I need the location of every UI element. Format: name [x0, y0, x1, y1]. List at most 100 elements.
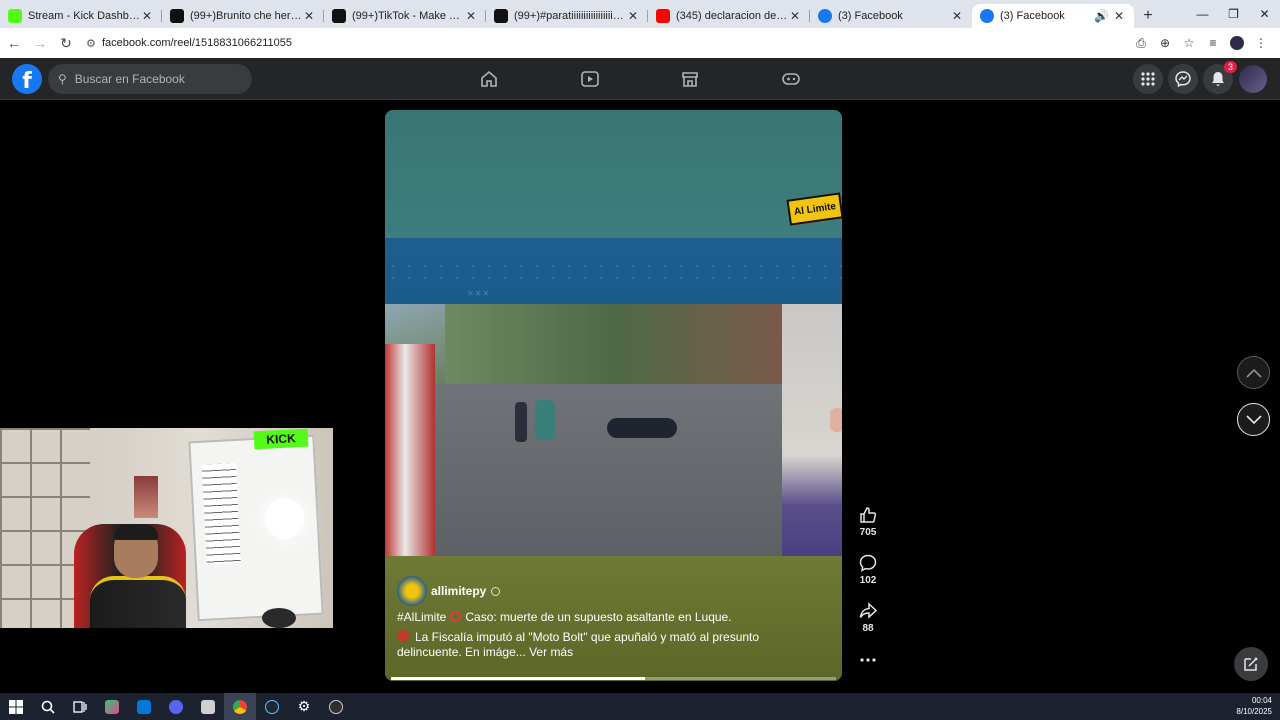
omnibox-actions: ⎙ ⊕ ☆ ≡ ⋮ — [1130, 31, 1272, 55]
video-progress-bar[interactable] — [391, 677, 836, 680]
menu-grid-icon[interactable] — [1133, 64, 1163, 94]
caption-hashtag[interactable]: #AlLimite — [397, 610, 446, 624]
red-circle-icon — [450, 611, 462, 622]
more-icon — [856, 650, 880, 670]
share-count: 88 — [862, 623, 874, 634]
tab-title: Stream - Kick Dashboard — [28, 10, 140, 22]
like-button[interactable]: 705 — [856, 505, 880, 538]
clock-time: 00:04 — [1251, 696, 1272, 705]
more-options-button[interactable] — [856, 650, 880, 670]
like-count: 705 — [859, 527, 877, 538]
close-icon[interactable]: ✕ — [140, 9, 154, 23]
reel-author[interactable]: allimitepy — [397, 576, 501, 606]
menu-icon[interactable]: ⋮ — [1250, 31, 1272, 55]
author-name[interactable]: allimitepy — [431, 584, 486, 598]
task-view-icon[interactable] — [64, 693, 96, 720]
search-input[interactable]: ⚲ Buscar en Facebook — [48, 64, 252, 94]
site-info-icon[interactable]: ⚙ — [86, 37, 102, 50]
browser-tab-strip: Stream - Kick Dashboard ✕ (99+)Brunito c… — [0, 0, 1280, 28]
outlook-icon[interactable] — [128, 693, 160, 720]
comment-button[interactable]: 102 — [856, 553, 880, 586]
facebook-icon — [818, 9, 832, 23]
store-app-icon[interactable] — [96, 693, 128, 720]
restore-icon[interactable]: ❐ — [1218, 0, 1249, 28]
new-tab-button[interactable]: + — [1134, 4, 1162, 28]
speaker-icon[interactable]: 🔊 — [1094, 9, 1109, 23]
settings-icon[interactable]: ⚙ — [288, 693, 320, 720]
caption-text-2: La Fiscalía imputó al "Moto Bolt" que ap… — [397, 630, 760, 659]
address-bar-row: ← → ↻ ⚙ facebook.com/reel/15188310662110… — [0, 28, 1280, 58]
bookmark-star-icon[interactable]: ☆ — [1178, 31, 1200, 55]
tab-title: (3) Facebook — [1000, 10, 1065, 22]
caption-line-2: La Fiscalía imputó al "Moto Bolt" que ap… — [397, 630, 827, 660]
tab-tiktok-3[interactable]: (99+)#paratiiiiiiiiiiiiiiiiiiii # ✕ — [486, 4, 648, 28]
tiktok-icon — [170, 9, 184, 23]
tab-title: (345) declaracion de motobolt — [676, 10, 788, 22]
author-avatar[interactable] — [397, 576, 427, 606]
discord-icon[interactable] — [160, 693, 192, 720]
tab-facebook-active[interactable]: (3) Facebook 🔊 ✕ — [972, 4, 1134, 28]
notification-badge: 3 — [1223, 61, 1237, 73]
thumbs-up-icon — [856, 505, 880, 525]
marketplace-icon[interactable] — [676, 66, 704, 92]
tab-tiktok-2[interactable]: (99+)TikTok - Make Your Day ✕ — [324, 4, 486, 28]
decorative-marks: ✕✕✕ — [467, 289, 491, 298]
tab-tiktok-1[interactable]: (99+)Brunito che hermanito ipc ✕ — [162, 4, 324, 28]
tab-kick-dashboard[interactable]: Stream - Kick Dashboard ✕ — [0, 4, 162, 28]
system-clock[interactable]: 00:04 8/10/2025 — [1236, 695, 1272, 717]
caption-text-1: Caso: muerte de un supuesto asaltante en… — [465, 610, 732, 624]
close-icon[interactable]: ✕ — [788, 9, 802, 23]
search-icon[interactable] — [32, 693, 64, 720]
search-icon: ⚲ — [58, 72, 67, 86]
profile-avatar[interactable] — [1226, 31, 1248, 55]
start-icon[interactable] — [0, 693, 32, 720]
forward-icon[interactable]: → — [28, 31, 52, 55]
reel-video[interactable]: ✕✕✕ Al Limite allimitepy #AlLimite Caso: … — [385, 110, 842, 681]
close-icon[interactable]: ✕ — [1112, 9, 1126, 23]
chevron-up-icon — [1245, 368, 1262, 378]
chevron-down-icon — [1245, 414, 1262, 424]
url-field[interactable]: ⚙ facebook.com/reel/1518831066211055 — [86, 31, 1126, 55]
close-icon[interactable]: ✕ — [626, 9, 640, 23]
webcam-overlay: KICK — [0, 428, 333, 628]
back-icon[interactable]: ← — [2, 31, 26, 55]
minimize-icon[interactable]: — — [1187, 0, 1218, 28]
logo-letter: f — [22, 69, 32, 94]
url-text: facebook.com/reel/1518831066211055 — [102, 37, 293, 49]
tab-title: (3) Facebook — [838, 10, 903, 22]
tab-youtube[interactable]: (345) declaracion de motobolt ✕ — [648, 4, 810, 28]
reading-list-icon[interactable]: ≡ — [1202, 31, 1224, 55]
facebook-logo[interactable]: f — [12, 64, 42, 94]
steam-icon[interactable] — [256, 693, 288, 720]
wall-poster — [134, 476, 158, 518]
account-avatar[interactable] — [1239, 65, 1267, 93]
gaming-icon[interactable] — [777, 66, 805, 92]
video-scene — [385, 304, 782, 556]
close-icon[interactable]: ✕ — [950, 9, 964, 23]
share-button[interactable]: 88 — [856, 601, 880, 634]
obs-icon[interactable] — [320, 693, 352, 720]
app-icon[interactable] — [192, 693, 224, 720]
youtube-icon — [656, 9, 670, 23]
next-reel-button[interactable] — [1237, 403, 1270, 436]
home-icon[interactable] — [475, 66, 503, 92]
new-message-button[interactable] — [1234, 647, 1268, 681]
see-more-link[interactable]: Ver más — [529, 645, 573, 659]
zoom-icon[interactable]: ⊕ — [1154, 31, 1176, 55]
tab-facebook-1[interactable]: (3) Facebook ✕ — [810, 4, 972, 28]
notifications-icon[interactable]: 3 — [1203, 61, 1237, 94]
streamer-body — [90, 576, 186, 628]
close-icon[interactable]: ✕ — [302, 9, 316, 23]
messenger-icon[interactable] — [1168, 64, 1198, 94]
comment-icon — [856, 553, 880, 573]
close-window-icon[interactable]: ✕ — [1249, 0, 1280, 28]
kick-sign: KICK — [253, 428, 309, 450]
close-icon[interactable]: ✕ — [464, 9, 478, 23]
reload-icon[interactable]: ↻ — [54, 31, 78, 55]
install-app-icon[interactable]: ⎙ — [1130, 31, 1152, 55]
video-icon[interactable] — [576, 66, 604, 92]
chrome-icon[interactable] — [224, 693, 256, 720]
clock-date: 8/10/2025 — [1236, 707, 1272, 716]
previous-reel-button[interactable] — [1237, 356, 1270, 389]
compose-icon — [1244, 657, 1258, 671]
